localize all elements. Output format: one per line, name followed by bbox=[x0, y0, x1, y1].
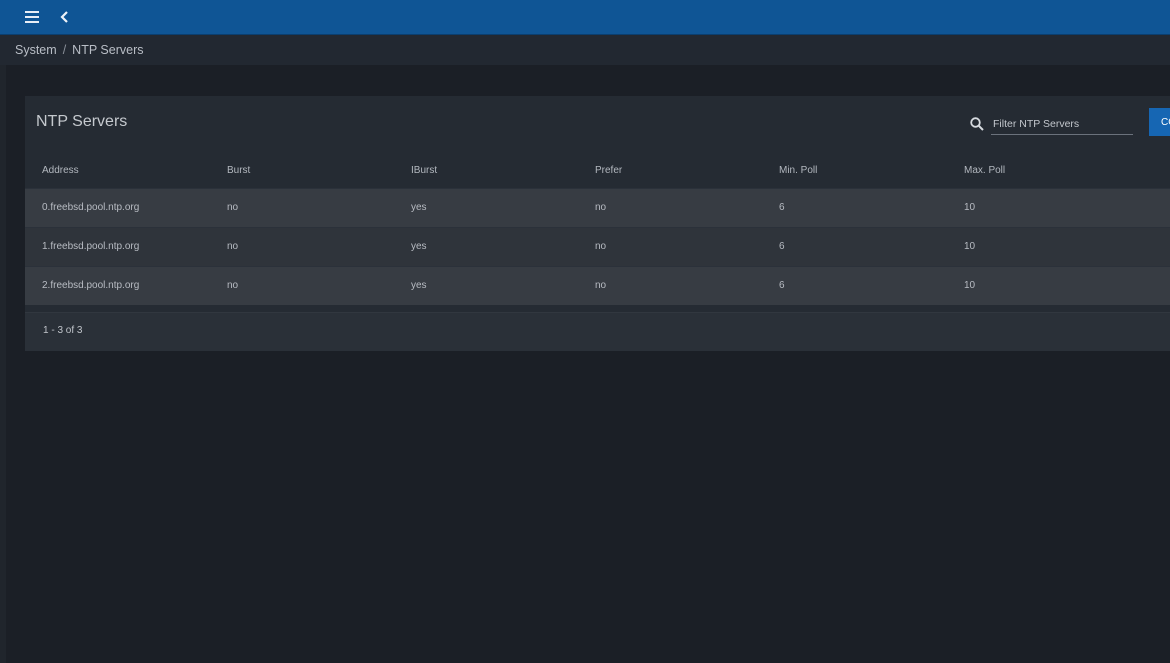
breadcrumb-item-current: NTP Servers bbox=[72, 43, 144, 57]
table-row[interactable]: 0.freebsd.pool.ntp.org no yes no 6 10 bbox=[25, 188, 1170, 227]
filter-input[interactable] bbox=[991, 114, 1133, 135]
cell-prefer: no bbox=[595, 241, 607, 252]
cell-prefer: no bbox=[595, 280, 607, 291]
breadcrumb: System / NTP Servers bbox=[15, 43, 144, 57]
cell-address: 2.freebsd.pool.ntp.org bbox=[42, 280, 140, 291]
top-toolbar bbox=[0, 0, 1170, 35]
column-header-min-poll[interactable]: Min. Poll bbox=[779, 153, 817, 188]
table-row[interactable]: 2.freebsd.pool.ntp.org no yes no 6 10 bbox=[25, 266, 1170, 305]
breadcrumb-separator: / bbox=[62, 43, 67, 57]
breadcrumb-item-system[interactable]: System bbox=[15, 43, 57, 57]
cell-address: 1.freebsd.pool.ntp.org bbox=[42, 241, 140, 252]
pagination-range: 1 - 3 of 3 bbox=[43, 325, 83, 336]
column-header-max-poll[interactable]: Max. Poll bbox=[964, 153, 1005, 188]
left-edge-strip bbox=[0, 65, 6, 663]
cell-iburst: yes bbox=[411, 202, 427, 213]
cell-burst: no bbox=[227, 280, 239, 291]
column-header-burst[interactable]: Burst bbox=[227, 153, 250, 188]
search-icon bbox=[969, 116, 985, 132]
columns-button[interactable]: COLUMNS bbox=[1149, 108, 1170, 136]
cell-address: 0.freebsd.pool.ntp.org bbox=[42, 202, 140, 213]
ntp-servers-card: NTP Servers COLUMNS Address Burst IBurst… bbox=[25, 96, 1170, 351]
column-header-prefer[interactable]: Prefer bbox=[595, 153, 622, 188]
hamburger-menu-icon[interactable] bbox=[21, 8, 43, 26]
cell-max-poll: 10 bbox=[964, 241, 976, 252]
cell-prefer: no bbox=[595, 202, 607, 213]
chevron-left-icon[interactable] bbox=[55, 7, 75, 27]
cell-min-poll: 6 bbox=[779, 241, 785, 252]
cell-burst: no bbox=[227, 202, 239, 213]
ntp-servers-table: Address Burst IBurst Prefer Min. Poll Ma… bbox=[25, 153, 1170, 305]
cell-min-poll: 6 bbox=[779, 280, 785, 291]
page-title: NTP Servers bbox=[36, 113, 128, 130]
cell-iburst: yes bbox=[411, 280, 427, 291]
cell-min-poll: 6 bbox=[779, 202, 785, 213]
table-row[interactable]: 1.freebsd.pool.ntp.org no yes no 6 10 bbox=[25, 227, 1170, 266]
cell-burst: no bbox=[227, 241, 239, 252]
cell-iburst: yes bbox=[411, 241, 427, 252]
breadcrumb-bar: System / NTP Servers bbox=[0, 35, 1170, 65]
table-header: Address Burst IBurst Prefer Min. Poll Ma… bbox=[25, 153, 1170, 188]
cell-max-poll: 10 bbox=[964, 202, 976, 213]
column-header-address[interactable]: Address bbox=[42, 153, 79, 188]
cell-max-poll: 10 bbox=[964, 280, 976, 291]
table-footer: 1 - 3 of 3 bbox=[25, 312, 1170, 351]
column-header-iburst[interactable]: IBurst bbox=[411, 153, 437, 188]
